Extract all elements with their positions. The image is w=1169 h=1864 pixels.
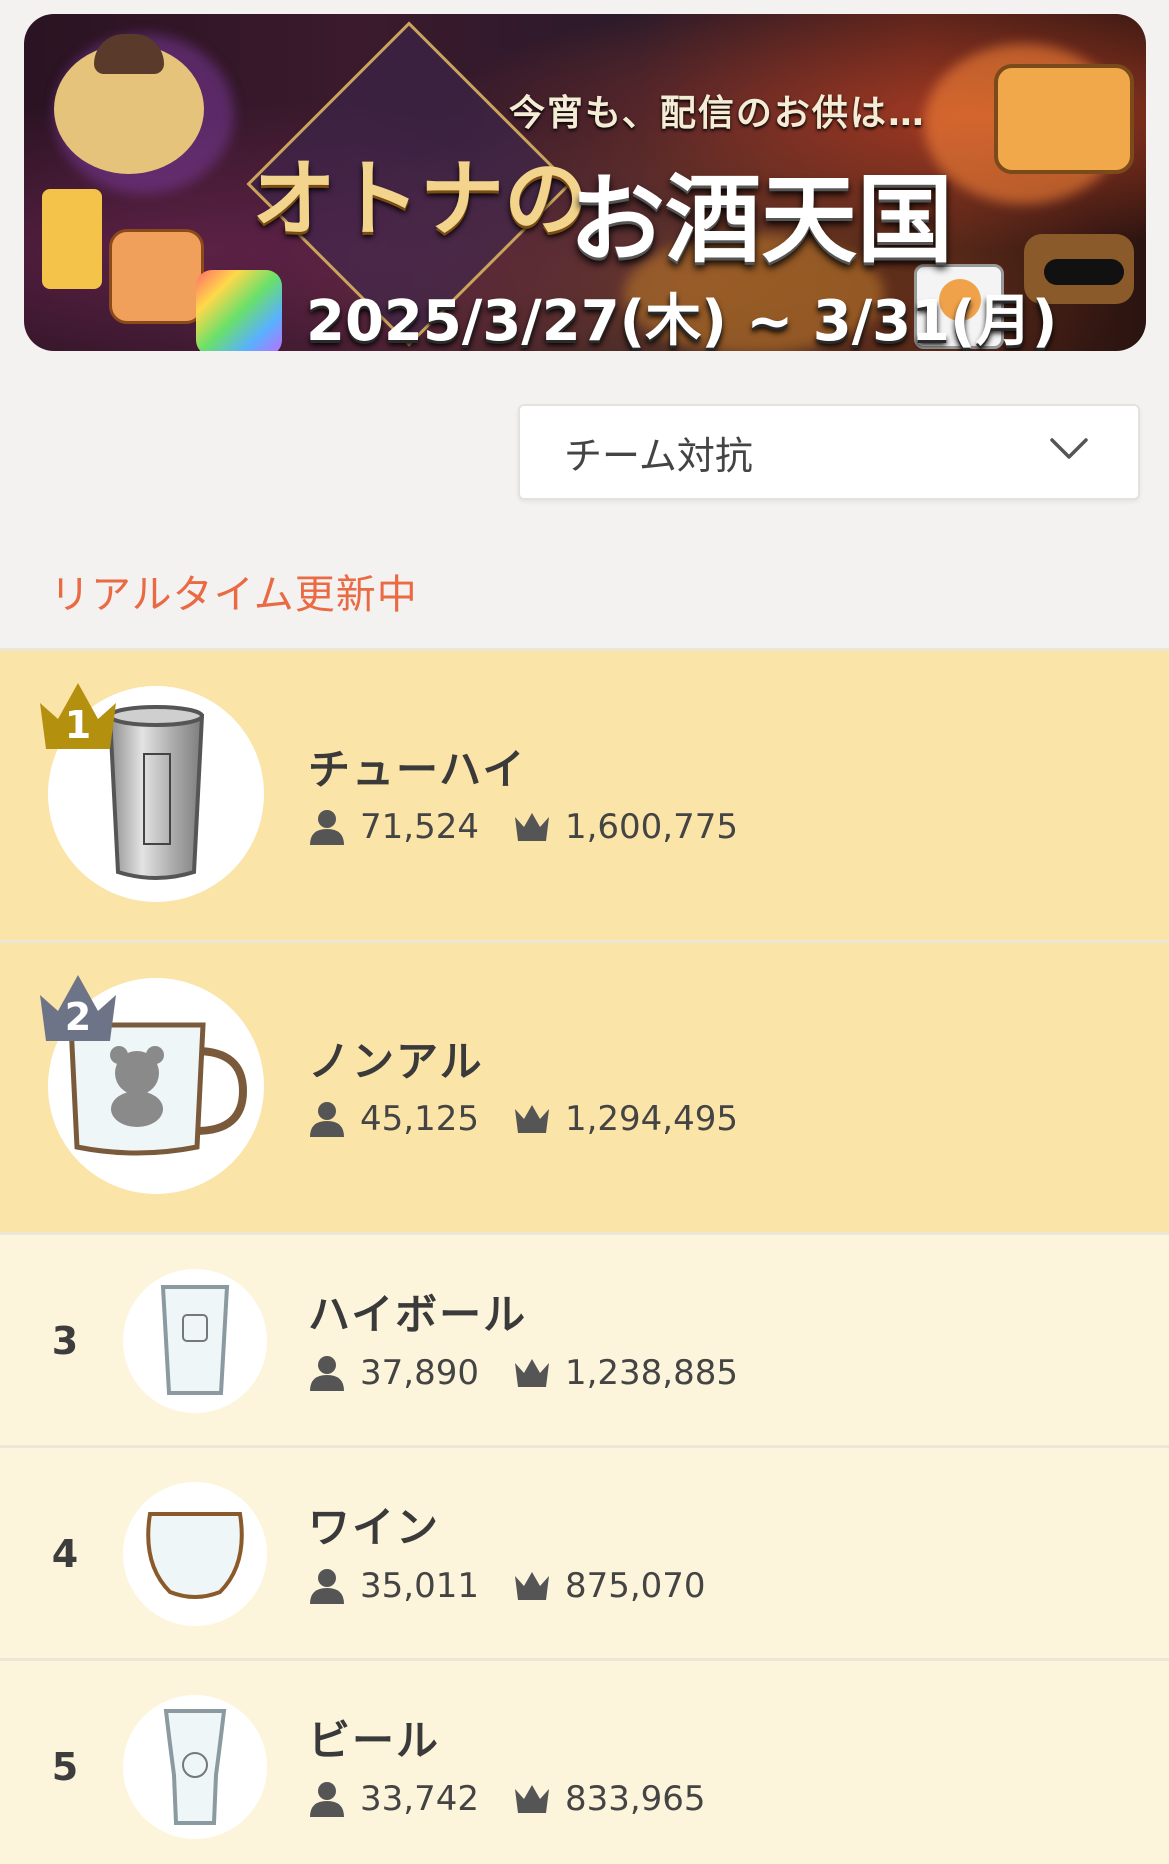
ranking-row[interactable]: 5 ビール 33,742 833,965 bbox=[0, 1658, 1169, 1864]
score: 875,070 bbox=[564, 1566, 706, 1606]
member-count: 33,742 bbox=[360, 1779, 479, 1819]
team-avatar bbox=[123, 1695, 267, 1839]
score: 1,294,495 bbox=[564, 1099, 739, 1139]
user-icon bbox=[310, 1356, 344, 1391]
rank-number: 4 bbox=[51, 1532, 79, 1576]
wine-glass-icon bbox=[146, 1512, 244, 1599]
event-banner[interactable]: 今宵も、配信のお供は… オトナの お酒天国 2025/3/27(木) ~ 3/3… bbox=[24, 14, 1146, 351]
crown-icon bbox=[514, 813, 549, 841]
beer-glass-icon bbox=[163, 1708, 227, 1825]
ranking-row[interactable]: 2 ノンアル 45,125 1,294,495 bbox=[0, 940, 1169, 1232]
team-name: ワイン bbox=[308, 1503, 441, 1552]
score: 833,965 bbox=[564, 1779, 706, 1819]
member-count: 37,890 bbox=[360, 1353, 479, 1393]
user-icon bbox=[310, 810, 344, 845]
ranking-row[interactable]: 1 チューハイ 71,524 1,600,775 bbox=[0, 648, 1169, 940]
rank-number: 3 bbox=[51, 1319, 79, 1363]
rank-number: 1 bbox=[64, 703, 92, 747]
select-value: チーム対抗 bbox=[564, 433, 753, 478]
banner-dates: 2025/3/27(木) ~ 3/31(月) bbox=[306, 289, 1058, 351]
crown-icon bbox=[514, 1105, 549, 1133]
character-box-icon bbox=[994, 64, 1134, 174]
team-stats: 45,125 1,294,495 bbox=[308, 1099, 738, 1139]
user-icon bbox=[310, 1569, 344, 1604]
team-stats: 35,011 875,070 bbox=[308, 1566, 706, 1606]
score: 1,238,885 bbox=[564, 1353, 739, 1393]
rank-number: 5 bbox=[51, 1745, 79, 1789]
score: 1,600,775 bbox=[564, 807, 739, 847]
ranking-row[interactable]: 3 ハイボール 37,890 1,238,885 bbox=[0, 1232, 1169, 1445]
member-count: 71,524 bbox=[360, 807, 479, 847]
rank-number: 2 bbox=[64, 995, 92, 1039]
team-name: ノンアル bbox=[308, 1037, 484, 1086]
ranking-row[interactable]: 4 ワイン 35,011 875,070 bbox=[0, 1445, 1169, 1658]
banner-title-part2: お酒天国 bbox=[569, 163, 953, 276]
banner-title-part1: オトナの bbox=[252, 149, 589, 248]
team-avatar bbox=[123, 1482, 267, 1626]
crown-icon bbox=[514, 1785, 549, 1813]
highball-glass-icon bbox=[160, 1285, 230, 1395]
member-count: 35,011 bbox=[360, 1566, 479, 1606]
ranking-list: 1 チューハイ 71,524 1,600,775 2 ノンアル 45,125 1… bbox=[0, 648, 1169, 1864]
team-stats: 71,524 1,600,775 bbox=[308, 807, 738, 847]
realtime-status-label: リアルタイム更新中 bbox=[50, 572, 418, 618]
team-name: ハイボール bbox=[308, 1290, 528, 1339]
ranking-type-select[interactable]: チーム対抗 bbox=[518, 404, 1140, 500]
team-stats: 33,742 833,965 bbox=[308, 1779, 706, 1819]
crown-icon bbox=[514, 1359, 549, 1387]
beer-icon bbox=[42, 189, 102, 289]
team-avatar bbox=[123, 1269, 267, 1413]
team-stats: 37,890 1,238,885 bbox=[308, 1353, 738, 1393]
crown-icon bbox=[514, 1572, 549, 1600]
character-cup-icon bbox=[109, 229, 204, 324]
user-icon bbox=[310, 1102, 344, 1137]
banner-subtitle: 今宵も、配信のお供は… bbox=[509, 93, 926, 134]
team-name: ビール bbox=[308, 1716, 441, 1765]
chevron-down-icon bbox=[1050, 438, 1088, 459]
member-count: 45,125 bbox=[360, 1099, 479, 1139]
team-name: チューハイ bbox=[308, 745, 527, 794]
rainbow-dice-icon bbox=[196, 270, 282, 351]
user-icon bbox=[310, 1782, 344, 1817]
